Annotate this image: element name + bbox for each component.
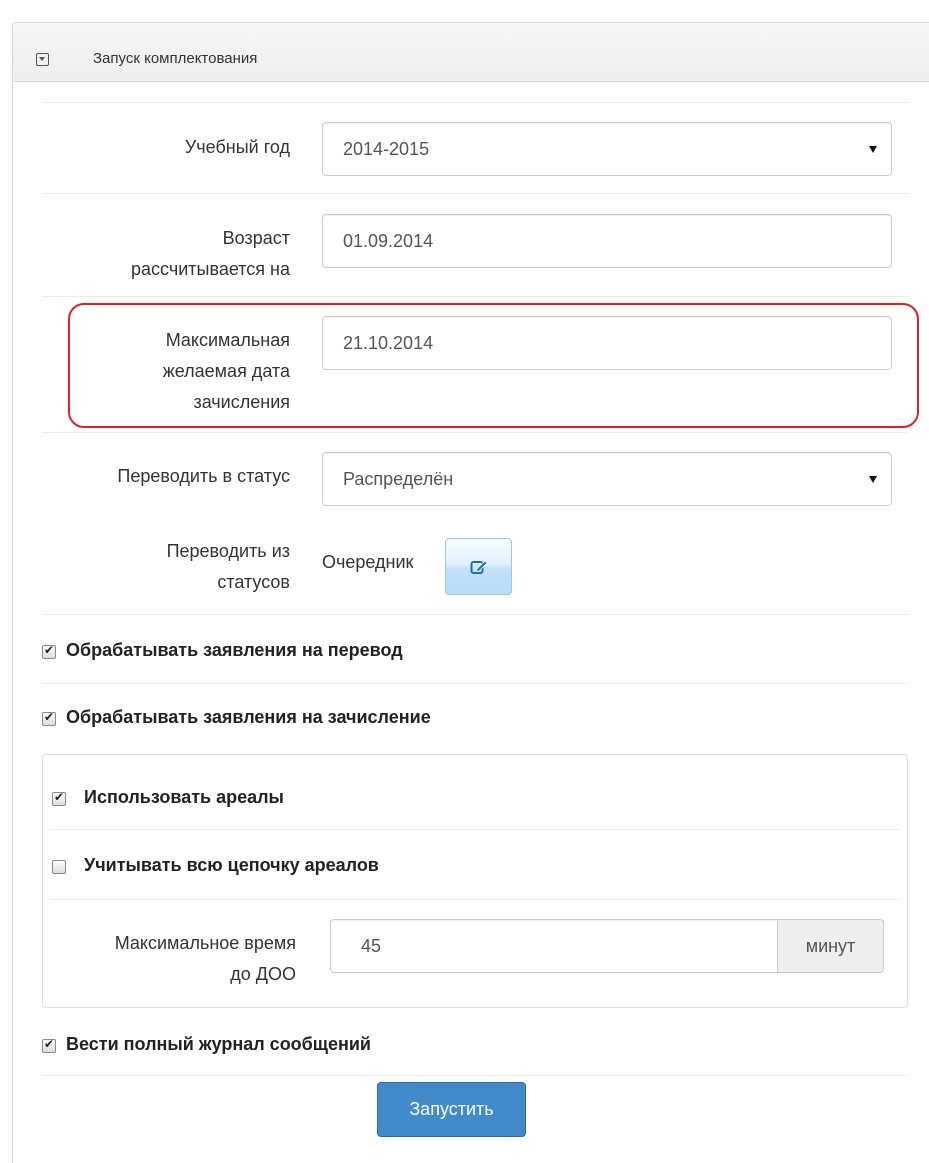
use-areas-checkbox[interactable] xyxy=(52,790,66,806)
max-time-value: 45 xyxy=(361,935,382,956)
process-enroll-checkbox[interactable] xyxy=(42,710,56,726)
max-enroll-date-label: Максимальная желаемая дата зачисления xyxy=(60,327,290,416)
academic-year-label: Учебный год xyxy=(184,137,290,157)
from-statuses-value: Очередник xyxy=(322,552,414,572)
chevron-down-icon xyxy=(869,146,877,153)
from-statuses-label: Переводить из статусов xyxy=(60,538,290,596)
target-status-select[interactable]: Распределён xyxy=(322,452,892,506)
edit-statuses-button[interactable] xyxy=(445,538,512,595)
target-status-value: Распределён xyxy=(343,468,454,489)
age-date-label-line1: Возраст xyxy=(222,228,290,248)
max-time-label-line2: до ДОО xyxy=(230,964,296,984)
from-statuses-label-line1: Переводить из xyxy=(166,541,290,561)
from-statuses-label-line2: статусов xyxy=(217,572,290,592)
max-time-label-line1: Максимальное время xyxy=(114,933,296,953)
use-areas-label: Использовать ареалы xyxy=(84,787,284,807)
age-date-value: 01.09.2014 xyxy=(343,230,434,251)
collapse-icon[interactable] xyxy=(36,53,49,66)
divider xyxy=(42,614,908,615)
academic-year-value: 2014-2015 xyxy=(343,138,430,159)
age-date-label-line2: рассчитывается на xyxy=(131,259,290,279)
panel-header: Запуск комплектования xyxy=(13,23,929,82)
age-date-label: Возраст рассчитывается на xyxy=(60,225,290,283)
divider xyxy=(42,683,908,684)
max-enroll-date-label-line1: Максимальная xyxy=(165,330,290,350)
panel-title: Запуск комплектования xyxy=(93,50,258,67)
area-chain-checkbox[interactable] xyxy=(52,860,66,874)
max-enroll-date-input[interactable]: 21.10.2014 xyxy=(322,316,892,370)
chevron-down-icon xyxy=(869,476,877,483)
full-log-label: Вести полный журнал сообщений xyxy=(66,1034,371,1054)
max-time-unit: минут xyxy=(777,919,884,973)
submit-button[interactable]: Запустить xyxy=(377,1082,526,1137)
max-enroll-date-value: 21.10.2014 xyxy=(343,332,434,353)
process-enroll-label: Обрабатывать заявления на зачисление xyxy=(66,707,431,727)
max-enroll-date-label-line2: желаемая дата xyxy=(162,361,290,381)
divider xyxy=(42,1075,908,1076)
max-time-label: Максимальное время до ДОО xyxy=(50,930,296,988)
area-chain-label: Учитывать всю цепочку ареалов xyxy=(84,855,379,875)
divider xyxy=(42,432,908,433)
divider xyxy=(50,899,900,900)
academic-year-select[interactable]: 2014-2015 xyxy=(322,122,892,176)
full-log-checkbox[interactable] xyxy=(42,1037,56,1053)
divider xyxy=(42,296,908,297)
divider xyxy=(42,102,908,103)
max-enroll-date-label-line3: зачисления xyxy=(193,392,290,412)
process-transfer-label: Обрабатывать заявления на перевод xyxy=(66,640,403,660)
max-time-input[interactable]: 45 xyxy=(330,919,778,973)
process-transfer-checkbox[interactable] xyxy=(42,643,56,659)
divider xyxy=(42,193,908,194)
divider xyxy=(50,829,900,830)
edit-icon xyxy=(470,560,488,574)
age-date-input[interactable]: 01.09.2014 xyxy=(322,214,892,268)
target-status-label: Переводить в статус xyxy=(117,466,290,486)
